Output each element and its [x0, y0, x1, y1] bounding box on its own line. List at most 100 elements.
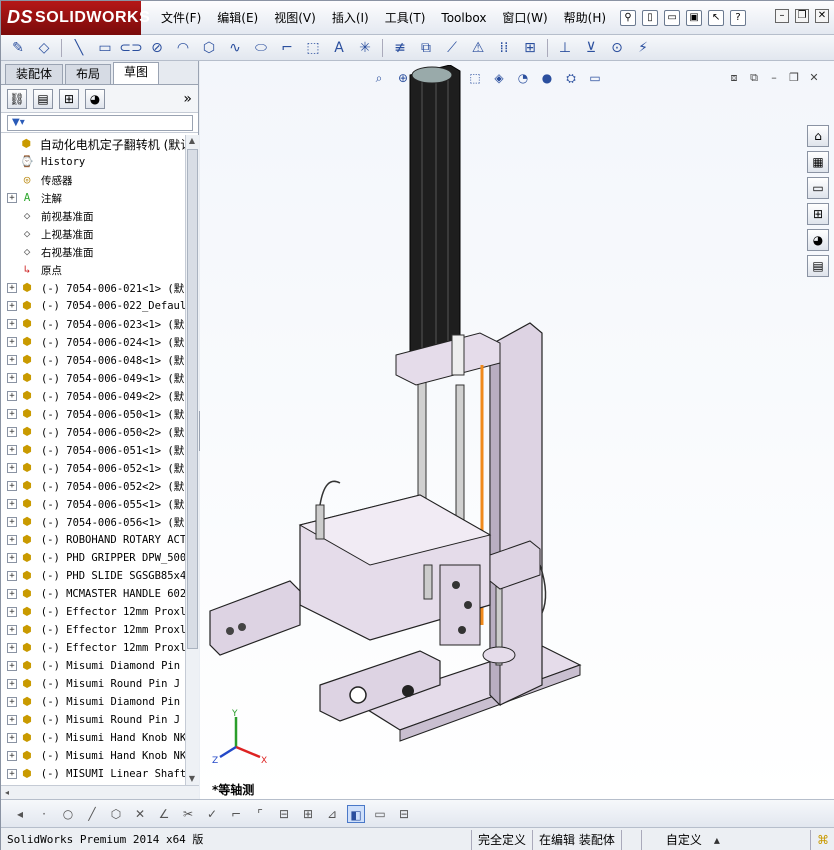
expand-icon[interactable]: + [7, 283, 17, 293]
expand-icon[interactable]: + [7, 733, 17, 743]
menu-tools[interactable]: 工具(T) [377, 1, 434, 35]
tree-component[interactable]: + ⬢ (-) 7054-006-048<1> (默 [1, 351, 185, 369]
expand-icon[interactable]: + [7, 553, 17, 563]
expand-icon[interactable]: + [7, 391, 17, 401]
tree-horizontal-scrollbar[interactable]: ◂ [1, 785, 199, 799]
convert-entities-icon[interactable]: ⧉ [415, 38, 437, 58]
tree-component[interactable]: + ⬢ (-) 7054-006-051<1> (默 [1, 441, 185, 459]
menu-insert[interactable]: 插入(I) [324, 1, 377, 35]
assembly-model[interactable] [200, 65, 650, 755]
menu-window[interactable]: 窗口(W) [494, 1, 555, 35]
tree-component[interactable]: + ⬢ (-) Misumi Diamond Pin [1, 693, 185, 711]
expand-icon[interactable]: + [7, 679, 17, 689]
line-tool-icon[interactable]: ╱ [83, 805, 101, 823]
tree-component[interactable]: + ⬢ (-) 7054-006-022_Defaul [1, 297, 185, 315]
window-tile-icon[interactable]: ▭ [371, 805, 389, 823]
tree-component[interactable]: + ⬢ (-) MISUMI Linear Shaft [1, 765, 185, 783]
tree-component[interactable]: + ⬢ (-) PHD SLIDE SGSGB85x4 [1, 567, 185, 585]
tag-icon[interactable]: ⌘ [810, 829, 834, 850]
select-icon[interactable]: ↖ [708, 9, 725, 26]
tree-component[interactable]: + ⬢ (-) Misumi Diamond Pin [1, 657, 185, 675]
tree-component[interactable]: + ⬢ (-) PHD GRIPPER DPW_500 [1, 549, 185, 567]
expand-icon[interactable]: + [7, 643, 17, 653]
grid-tool-icon[interactable]: ⊞ [299, 805, 317, 823]
ellipse-icon[interactable]: ⬭ [250, 38, 272, 58]
custom-properties-icon[interactable]: ▤ [807, 255, 829, 277]
tree-component[interactable]: + ⬢ (-) Misumi Hand Knob NK [1, 747, 185, 765]
cross-tool-icon[interactable]: ✕ [131, 805, 149, 823]
status-units[interactable]: 自定义 [640, 829, 708, 850]
property-manager-icon[interactable]: ▤ [33, 88, 53, 109]
tab-layout[interactable]: 布局 [65, 64, 112, 84]
expand-icon[interactable]: + [7, 193, 17, 203]
tree-component[interactable]: + ⬢ (-) Misumi Round Pin J [1, 675, 185, 693]
line-icon[interactable]: ╲ [68, 38, 90, 58]
move-entities-icon[interactable]: ⊞ [519, 38, 541, 58]
tree-component[interactable]: + ⬢ (-) 7054-006-023<1> (默 [1, 315, 185, 333]
angle-tool-icon[interactable]: ∠ [155, 805, 173, 823]
menu-edit[interactable]: 编辑(E) [209, 1, 266, 35]
tree-component[interactable]: + ⬢ (-) 7054-006-049<2> (默 [1, 387, 185, 405]
expand-icon[interactable]: + [7, 427, 17, 437]
menu-toolbox[interactable]: Toolbox [433, 1, 494, 35]
tree-component[interactable]: + ⬢ (-) 7054-006-050<1> (默 [1, 405, 185, 423]
expand-icon[interactable]: + [7, 409, 17, 419]
home-icon[interactable]: ⌂ [807, 125, 829, 147]
tree-component[interactable]: + ⬢ (-) Effector 12mm Proxl [1, 639, 185, 657]
tree-feature-plane[interactable]: ◇ 右视基准面 [1, 243, 185, 261]
tree-component[interactable]: + ⬢ (-) 7054-006-021<1> (默 [1, 279, 185, 297]
scroll-thumb[interactable] [187, 149, 198, 649]
configuration-manager-icon[interactable]: ⊞ [59, 88, 79, 109]
point-tool-icon[interactable]: · [35, 805, 53, 823]
menu-view[interactable]: 视图(V) [266, 1, 324, 35]
trim-icon[interactable]: ≢ [389, 38, 411, 58]
expand-arrow-icon[interactable]: » [183, 91, 192, 107]
polygon-icon[interactable]: ⬡ [198, 38, 220, 58]
tree-feature-sensor[interactable]: ◎ 传感器 [1, 171, 185, 189]
graphics-area[interactable]: ⌕ ⊕ ↶ ▥ ⬚ ◈ ◔ ● ⛭ ▭ ⧈ ⧉ – ❐ ✕ ⌂ ▦ ▭ ⊞ ◕ … [200, 61, 834, 799]
offset-icon[interactable]: ⟋ [441, 38, 463, 58]
expand-icon[interactable]: + [7, 625, 17, 635]
expand-icon[interactable]: + [7, 661, 17, 671]
dimension-tool-icon[interactable]: ⊟ [275, 805, 293, 823]
solidworks-logo[interactable]: DS SOLIDWORKS [1, 0, 150, 35]
design-library-icon[interactable]: ▦ [807, 151, 829, 173]
expand-icon[interactable]: + [7, 355, 17, 365]
expand-icon[interactable]: + [7, 715, 17, 725]
slot-icon[interactable]: ⊂⊃ [119, 38, 142, 58]
expand-icon[interactable]: + [7, 589, 17, 599]
point-icon[interactable]: ✳ [354, 38, 376, 58]
tree-feature-plane[interactable]: ◇ 前视基准面 [1, 207, 185, 225]
text-icon[interactable]: A [328, 38, 350, 58]
display-manager-icon[interactable]: ◕ [85, 88, 105, 109]
expand-icon[interactable]: + [7, 517, 17, 527]
smart-dimension-icon[interactable]: ◇ [33, 38, 55, 58]
help-icon[interactable]: ? [730, 9, 747, 26]
appearances-icon[interactable]: ◕ [807, 229, 829, 251]
window-split-icon[interactable]: ⊟ [395, 805, 413, 823]
expand-icon[interactable]: + [7, 697, 17, 707]
tree-component[interactable]: + ⬢ (-) MCMASTER HANDLE 602 [1, 585, 185, 603]
open-folder-icon[interactable]: ▭ [664, 9, 681, 26]
expand-icon[interactable]: + [7, 769, 17, 779]
doc-minimize-icon[interactable]: – [767, 71, 781, 85]
close-icon[interactable]: ✕ [815, 9, 829, 23]
tree-feature-history[interactable]: ⌚ History [1, 153, 185, 171]
triangle-tool-icon[interactable]: ⊿ [323, 805, 341, 823]
pattern-icon[interactable]: ⁞⁞ [493, 38, 515, 58]
menu-help[interactable]: 帮助(H) [556, 1, 614, 35]
tree-component[interactable]: + ⬢ (-) 7054-006-052<2> (默 [1, 477, 185, 495]
tab-sketch[interactable]: 草图 [113, 62, 160, 84]
tree-feature-origin[interactable]: ↳ 原点 [1, 261, 185, 279]
tree-vertical-scrollbar[interactable]: ▲ ▼ [185, 135, 199, 785]
corner-tool-icon[interactable]: ⌐ [227, 805, 245, 823]
expand-icon[interactable]: + [7, 607, 17, 617]
mirror-icon[interactable]: ⚠ [467, 38, 489, 58]
rapid-sketch-icon[interactable]: ⚡ [632, 38, 654, 58]
expand-icon[interactable]: + [7, 319, 17, 329]
tree-component[interactable]: + ⬢ (-) 7054-006-024<1> (默 [1, 333, 185, 351]
menu-file[interactable]: 文件(F) [153, 1, 209, 35]
expand-icon[interactable]: + [7, 445, 17, 455]
new-document-icon[interactable]: ▯ [642, 9, 659, 26]
split-icon[interactable]: ⧉ [747, 71, 761, 85]
